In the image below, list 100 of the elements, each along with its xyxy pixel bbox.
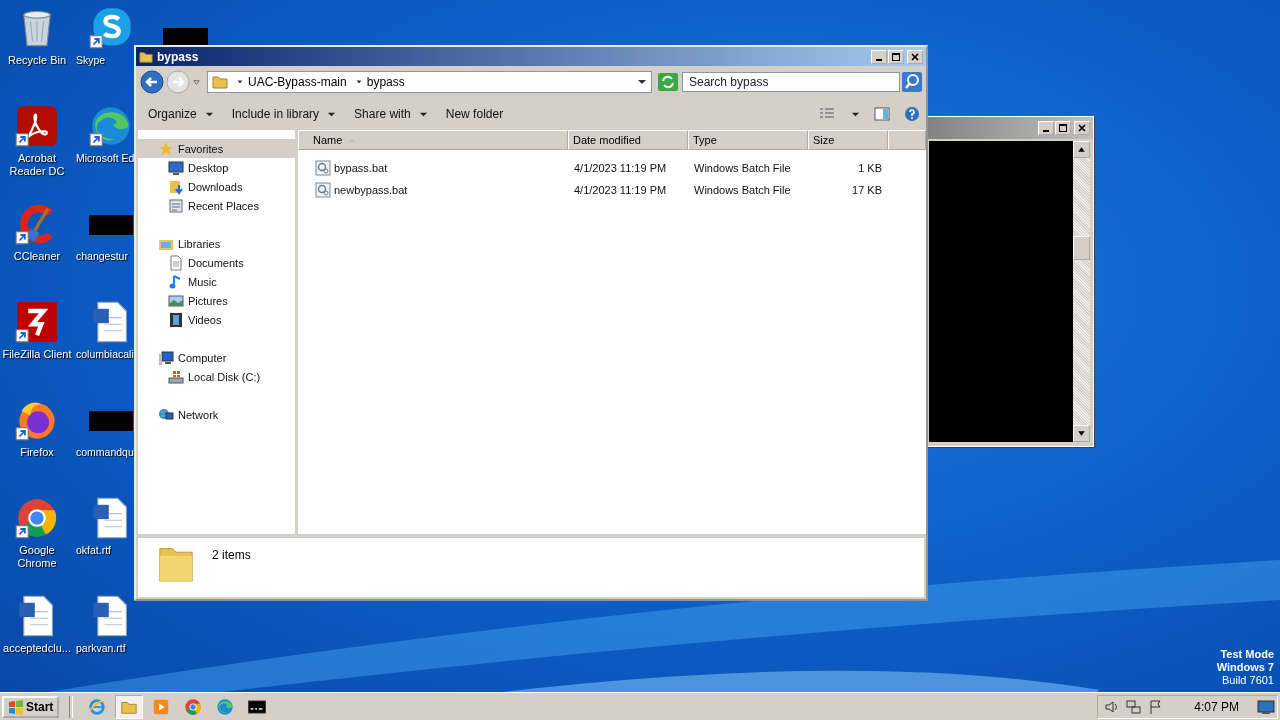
table-cell: 4/1/2023 11:19 PM <box>574 162 667 174</box>
icon-label[interactable]: okfat.rtf <box>76 544 134 557</box>
icon-label[interactable]: Skype <box>76 54 134 67</box>
nav-item[interactable]: Pictures <box>138 291 295 310</box>
search-field[interactable]: Search bypass <box>682 72 900 92</box>
nav-item[interactable]: Local Disk (C:) <box>138 367 295 386</box>
film-icon <box>168 311 184 328</box>
sort-arrow-icon <box>348 137 357 143</box>
computer-icon <box>158 349 174 366</box>
nav-item[interactable]: Recent Places <box>138 196 295 215</box>
app-icon[interactable] <box>15 496 59 540</box>
document-icon <box>168 254 184 271</box>
maximize-button[interactable] <box>888 49 904 64</box>
back-button[interactable] <box>140 70 164 94</box>
start-button[interactable]: Start <box>2 695 60 718</box>
browser-icon <box>184 697 203 716</box>
icon-label[interactable]: Firefox <box>1 446 73 459</box>
breadcrumb-item[interactable]: bypass <box>366 75 405 89</box>
close-icon <box>910 51 920 62</box>
folder-icon <box>212 74 228 90</box>
caret-icon[interactable] <box>236 78 244 86</box>
table-cell: 4/1/2023 11:19 PM <box>574 184 667 196</box>
breadcrumb-item[interactable]: UAC-Bypass-main <box>248 75 347 89</box>
address-bar[interactable]: UAC-Bypass-main bypass <box>207 71 652 93</box>
icon-label[interactable]: CCleaner <box>1 250 73 263</box>
column-header[interactable]: Type <box>688 130 808 150</box>
toolbar-button[interactable]: Include in library <box>223 104 345 124</box>
browser-icon <box>88 697 107 716</box>
table-cell[interactable]: newbypass.bat <box>334 184 408 196</box>
toolbar-button[interactable]: Share with <box>346 104 436 124</box>
minimize-icon <box>876 58 882 61</box>
maximize-icon <box>891 51 901 62</box>
refresh-button[interactable] <box>658 73 678 91</box>
scroll-down-button[interactable] <box>1073 425 1090 442</box>
toolbar-button[interactable]: New folder <box>437 104 512 124</box>
icon-label[interactable]: columbiacali <box>76 348 134 361</box>
batch-file-icon <box>315 160 331 176</box>
app-icon[interactable] <box>15 300 59 344</box>
down-arrow-icon <box>1076 428 1087 439</box>
nav-item[interactable]: Videos <box>138 310 295 329</box>
show-desktop-button[interactable] <box>1257 698 1275 715</box>
nav-item[interactable]: Documents <box>138 253 295 272</box>
browser-icon <box>216 697 235 716</box>
table-cell: 1 KB <box>858 162 882 174</box>
history-dropdown-icon[interactable] <box>192 77 201 87</box>
icon-label[interactable]: Google Chrome <box>1 544 73 570</box>
network-icon[interactable] <box>1126 698 1143 715</box>
nav-item[interactable]: Downloads <box>138 177 295 196</box>
clock[interactable]: 4:07 PM <box>1194 699 1239 714</box>
nav-item[interactable]: Network <box>138 405 295 424</box>
nav-item[interactable]: Desktop <box>138 158 295 177</box>
disk-icon <box>168 368 184 385</box>
close-button[interactable] <box>907 49 923 64</box>
nav-item[interactable]: Music <box>138 272 295 291</box>
windows-flag-icon <box>8 698 24 715</box>
icon-label[interactable]: parkvan.rtf <box>76 642 134 655</box>
column-header[interactable]: Name <box>298 130 568 150</box>
table-cell: Windows Batch File <box>694 184 791 196</box>
toolbar-button[interactable]: Organize <box>140 104 222 124</box>
icon-label[interactable]: Recycle Bin <box>1 54 73 67</box>
icon-label[interactable]: commandqu <box>76 446 134 459</box>
icon-label[interactable]: changestur <box>76 250 134 263</box>
help-icon[interactable] <box>904 106 920 122</box>
nav-item[interactable]: Favorites <box>138 139 295 158</box>
network-icon <box>158 406 174 423</box>
table-cell: Windows Batch File <box>694 162 791 174</box>
caret-icon[interactable] <box>637 77 647 87</box>
media-player-icon <box>152 697 171 716</box>
nav-item[interactable]: Computer <box>138 348 295 367</box>
folder-icon <box>139 49 153 64</box>
folder-icon <box>168 178 184 195</box>
preview-pane-icon[interactable] <box>874 106 890 122</box>
app-icon[interactable] <box>89 6 133 50</box>
column-header[interactable]: Size <box>808 130 888 150</box>
column-header[interactable]: Date modified <box>568 130 688 150</box>
table-cell[interactable]: bypass.bat <box>334 162 388 174</box>
app-icon[interactable] <box>15 104 59 148</box>
maximize-button[interactable] <box>1055 121 1071 135</box>
icon-label[interactable]: Acrobat Reader DC <box>1 152 73 178</box>
minimize-button[interactable] <box>871 49 887 64</box>
star-icon <box>158 140 174 157</box>
nav-item[interactable]: Libraries <box>138 234 295 253</box>
app-icon[interactable] <box>89 104 133 148</box>
scrollbar[interactable] <box>1073 141 1090 442</box>
close-button[interactable] <box>1074 121 1090 135</box>
close-icon <box>1077 123 1087 133</box>
icon-label[interactable]: FileZilla Client <box>1 348 73 361</box>
scroll-up-button[interactable] <box>1073 141 1090 158</box>
minimize-button[interactable] <box>1038 121 1054 135</box>
icon-label[interactable]: Microsoft Ed <box>76 152 134 165</box>
icon-label[interactable]: acceptedclu... <box>1 642 73 655</box>
up-arrow-icon <box>1076 144 1087 155</box>
table-cell: 17 KB <box>852 184 882 196</box>
minimize-icon <box>1043 130 1049 132</box>
scroll-thumb[interactable] <box>1073 236 1090 260</box>
os-notice-text: Test Mode <box>1220 648 1274 661</box>
caret-icon[interactable] <box>354 78 363 86</box>
search-icon[interactable] <box>902 72 922 92</box>
batch-file-icon <box>315 182 331 198</box>
maximize-icon <box>1058 123 1068 133</box>
